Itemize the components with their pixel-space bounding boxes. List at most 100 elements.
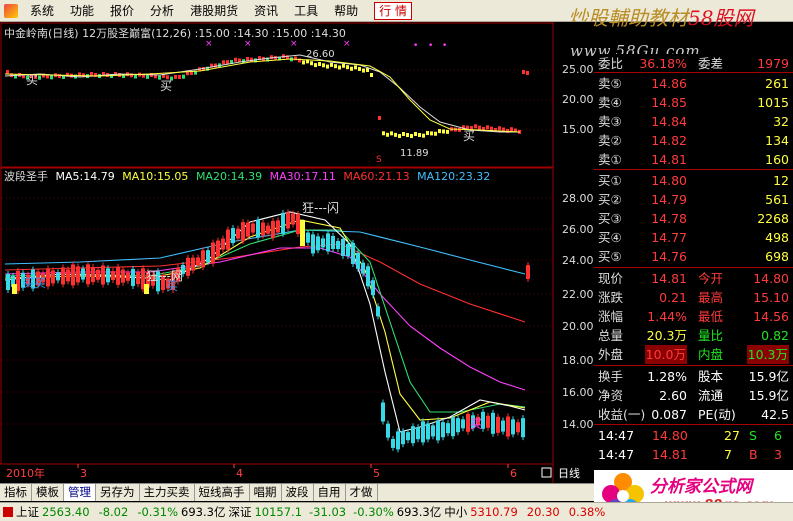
menu-function[interactable]: 功能 bbox=[62, 0, 102, 22]
menu-info[interactable]: 资讯 bbox=[246, 0, 286, 22]
buy-level-2-value: 14.79 bbox=[651, 192, 687, 207]
candle-body bbox=[371, 280, 375, 296]
buy-level-1-label: 买① bbox=[598, 173, 622, 188]
quote-row-2-label2: 最低 bbox=[698, 309, 724, 324]
candle-body bbox=[136, 272, 140, 285]
candle-body bbox=[186, 257, 190, 276]
sell-level-2: 卖② 14.82 134 bbox=[594, 131, 793, 150]
ma120-label: MA120:23.32 bbox=[417, 170, 491, 183]
menu-quote[interactable]: 报价 bbox=[102, 0, 142, 22]
tab-custom[interactable]: 自用 bbox=[314, 484, 346, 501]
quote2-row-2-label2: PE(动) bbox=[698, 407, 736, 422]
candle-body bbox=[391, 438, 395, 448]
upper-pane-title: 中金岭南(日线) 12万股圣巅富(12,26) :15.00 :14.30 :1… bbox=[4, 27, 346, 40]
quote-row-2: 涨幅 1.44% 最低 14.56 bbox=[594, 307, 793, 326]
ma10-label: MA10:15.05 bbox=[122, 170, 189, 183]
menu-system[interactable]: 系统 bbox=[22, 0, 62, 22]
upper-bar bbox=[390, 131, 393, 136]
upper-tick-25: 25.00 bbox=[562, 63, 594, 76]
candle-body bbox=[436, 420, 440, 441]
sh-percent: -0.31% bbox=[137, 505, 179, 519]
upper-bar bbox=[446, 129, 449, 134]
tab-wave[interactable]: 波段 bbox=[282, 484, 314, 501]
signal-candle bbox=[12, 284, 17, 294]
candle-body bbox=[346, 244, 350, 256]
lower-tick-24: 24.00 bbox=[562, 254, 594, 267]
upper-bar bbox=[270, 55, 273, 60]
kline-chart-area[interactable]: 25.00 20.00 15.00 买 买 买 26.60 11.89 S × … bbox=[0, 22, 594, 483]
sell-level-4-value: 14.85 bbox=[651, 95, 687, 110]
candle-body bbox=[396, 431, 400, 450]
tick-price: 14.80 bbox=[652, 428, 688, 443]
tab-save-as[interactable]: 另存为 bbox=[96, 484, 140, 501]
sh-amount: 693.3亿 bbox=[181, 505, 226, 519]
lower-buy-label-c: 买 bbox=[470, 417, 482, 431]
menu-tools[interactable]: 工具 bbox=[286, 0, 326, 22]
lower-buy-label-a: 买买 bbox=[22, 276, 46, 290]
candle-body bbox=[91, 267, 95, 283]
menu-help[interactable]: 帮助 bbox=[326, 0, 366, 22]
upper-bar bbox=[362, 68, 365, 73]
quote-row-2-label: 涨幅 bbox=[598, 309, 624, 324]
candle-body bbox=[71, 264, 75, 286]
menu-analysis[interactable]: 分析 bbox=[142, 0, 182, 22]
ma30-label: MA30:17.11 bbox=[269, 170, 336, 183]
upper-bar bbox=[50, 75, 53, 80]
candle-body bbox=[456, 418, 460, 433]
menu-hk-futures[interactable]: 港股期货 bbox=[182, 0, 246, 22]
candle-body bbox=[321, 238, 325, 248]
tab-caizuo[interactable]: 才做 bbox=[346, 484, 378, 501]
upper-bar bbox=[478, 125, 481, 130]
upper-bar bbox=[246, 56, 249, 61]
upper-buy-label-3: 买 bbox=[463, 129, 475, 143]
tick-time: 14:47 bbox=[598, 428, 635, 443]
quote-mode-button[interactable]: 行 情 bbox=[374, 1, 412, 20]
quote-row-4-label: 外盘 bbox=[598, 347, 624, 362]
candle-body bbox=[306, 232, 310, 243]
sell-level-5-value: 14.86 bbox=[651, 76, 687, 91]
buy-level-3-volume: 2268 bbox=[757, 211, 789, 226]
buy-level-3-value: 14.78 bbox=[651, 211, 687, 226]
quote2-row-1: 净资 2.60 流通 15.9亿 bbox=[594, 386, 793, 405]
candle-body bbox=[441, 422, 445, 438]
tab-changqi[interactable]: 唱期 bbox=[250, 484, 282, 501]
upper-bar bbox=[438, 129, 441, 134]
tab-main-force[interactable]: 主力买卖 bbox=[140, 484, 195, 501]
upper-low-label: 11.89 bbox=[400, 148, 429, 159]
candle-body bbox=[6, 274, 10, 290]
quote2-row-0-value2: 15.9亿 bbox=[748, 369, 789, 384]
buy-level-2-volume: 561 bbox=[765, 192, 789, 207]
tab-manage[interactable]: 管理 bbox=[64, 484, 96, 501]
quote2-row-0-value: 1.28% bbox=[647, 369, 687, 384]
sell-level-5: 卖⑤ 14.86 261 bbox=[594, 74, 793, 93]
candle-body bbox=[516, 422, 520, 433]
buy-level-5-volume: 698 bbox=[765, 249, 789, 264]
x-label-4: 4 bbox=[236, 467, 243, 480]
x-label-2010: 2010年 bbox=[6, 466, 45, 480]
quote-row-3: 总量 20.3万 量比 0.82 bbox=[594, 326, 793, 345]
quote-row-3-value: 20.3万 bbox=[646, 328, 687, 343]
buy-level-3: 买③ 14.78 2268 bbox=[594, 209, 793, 228]
candle-body bbox=[421, 421, 425, 443]
upper-bar bbox=[366, 68, 369, 72]
quote-row-1-value: 0.21 bbox=[659, 290, 687, 305]
candle-body bbox=[451, 417, 455, 437]
upper-bar bbox=[418, 133, 421, 137]
candle-body bbox=[131, 268, 135, 286]
tab-short-master[interactable]: 短线高手 bbox=[195, 484, 250, 501]
sh-change: -8.02 bbox=[98, 505, 129, 519]
tick-row: 14:47 14.80 27 S 6 bbox=[594, 426, 793, 445]
quote-panel: 委比 36.18% 委差 1979 卖⑤ 14.86 261 卖④ 14.85 1015 卖… bbox=[594, 54, 793, 470]
x-label-3: 3 bbox=[80, 467, 87, 480]
upper-bar bbox=[330, 62, 333, 67]
sz-change: -31.03 bbox=[309, 505, 347, 519]
quote-row-4-label2: 内盘 bbox=[698, 347, 724, 362]
upper-sell-marker: S bbox=[376, 155, 382, 165]
upper-bar bbox=[386, 132, 389, 137]
tab-template[interactable]: 模板 bbox=[32, 484, 64, 501]
zx-change: 20.30 bbox=[526, 505, 560, 519]
candle-body bbox=[336, 241, 340, 249]
buy-level-4-value: 14.77 bbox=[651, 230, 687, 245]
zx-label: 中小 bbox=[444, 505, 468, 519]
tab-indicator[interactable]: 指标 bbox=[0, 484, 32, 501]
